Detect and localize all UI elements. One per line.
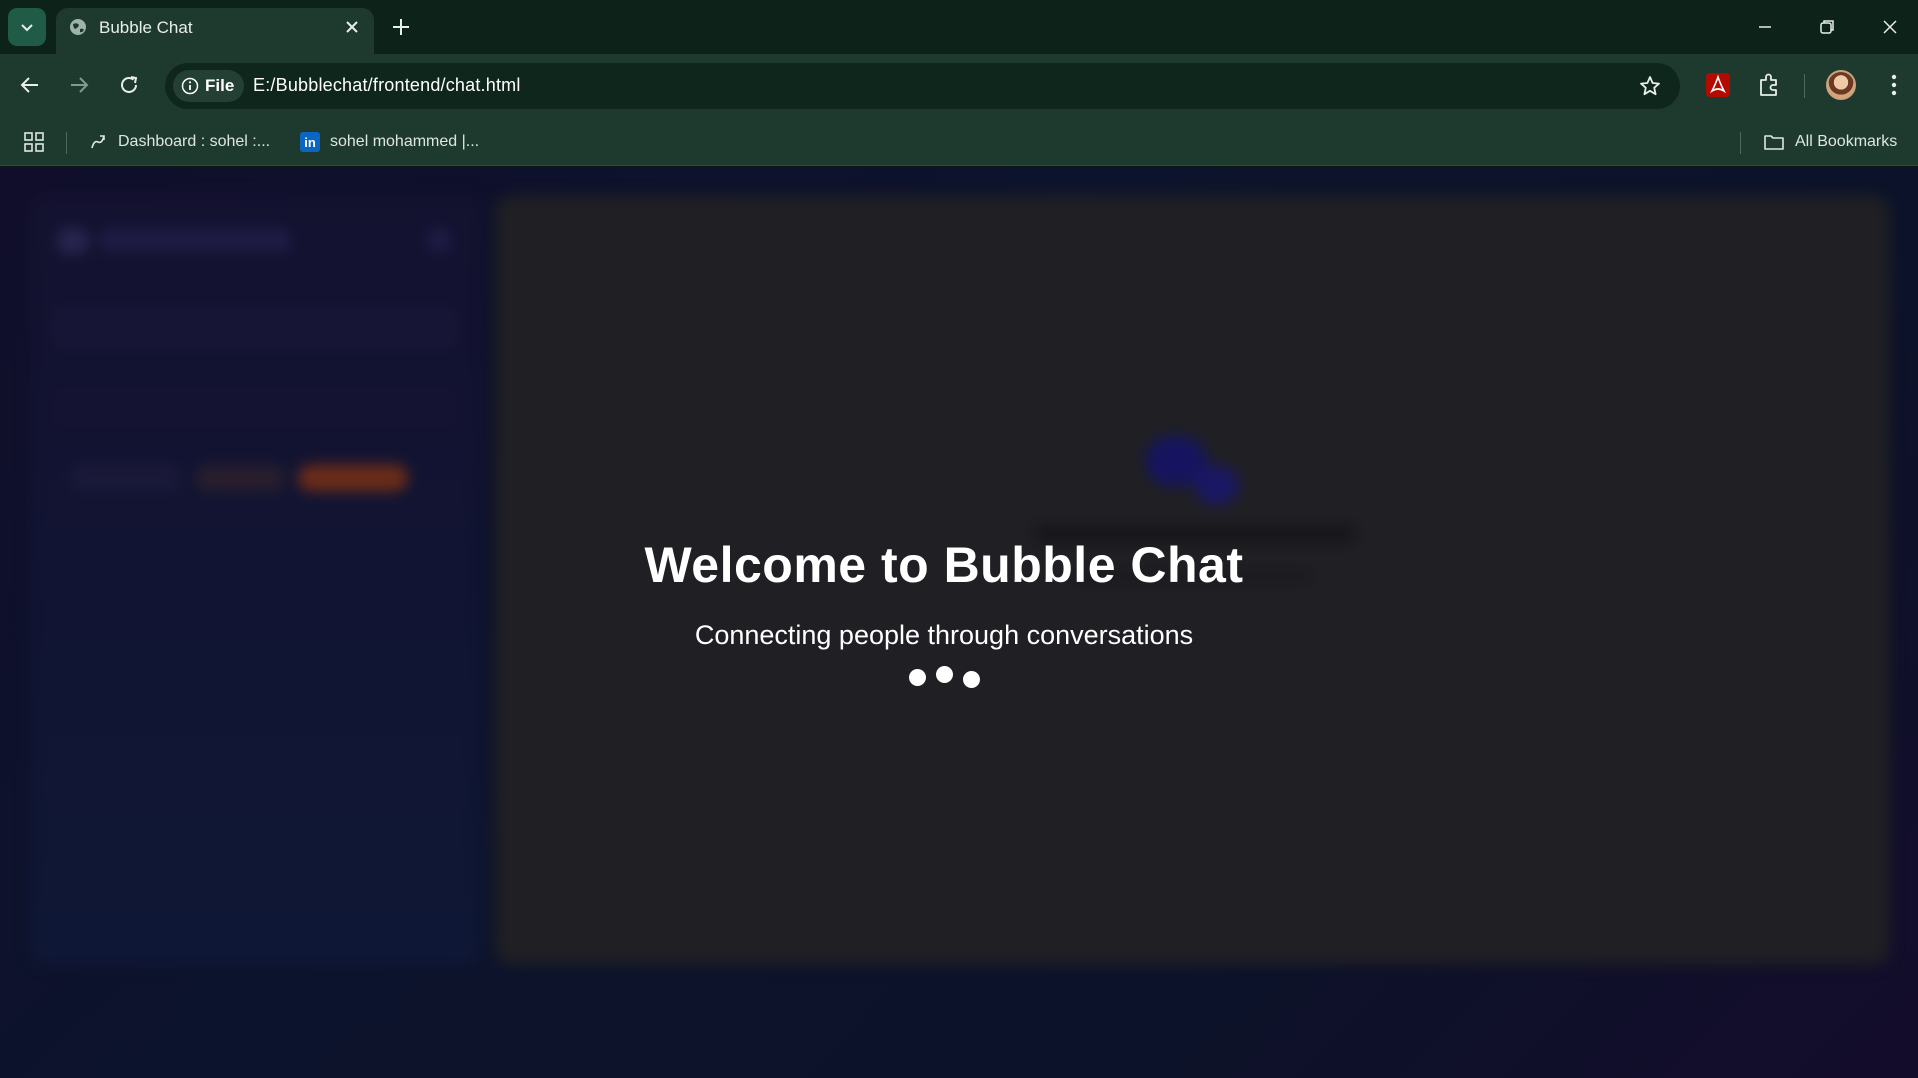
bookmark-dashboard[interactable]: Dashboard : sohel :... (88, 128, 270, 156)
url-text[interactable]: E:/Bubblechat/frontend/chat.html (253, 75, 521, 96)
page-viewport: Welcome to Bubble Chat Connecting people… (0, 167, 1918, 1078)
globe-icon (70, 19, 86, 35)
loading-dot (962, 671, 980, 688)
linkedin-icon: in (300, 132, 320, 152)
close-icon[interactable] (342, 17, 362, 37)
welcome-title: Welcome to Bubble Chat (644, 537, 1244, 593)
tab-strip: Bubble Chat (0, 0, 1918, 54)
folder-icon (1764, 135, 1784, 150)
loading-screen: Welcome to Bubble Chat Connecting people… (0, 167, 1918, 1078)
loading-dot (935, 666, 953, 683)
info-icon (181, 77, 199, 95)
bookmarks-divider (1740, 132, 1741, 154)
address-bar[interactable]: File E:/Bubblechat/frontend/chat.html (165, 63, 1680, 109)
welcome-subtitle: Connecting people through conversations (694, 620, 1194, 650)
pdf-extension-icon[interactable] (1704, 71, 1732, 99)
back-button[interactable] (15, 70, 45, 100)
arrow-right-icon (71, 77, 89, 93)
all-bookmarks-label: All Bookmarks (1795, 133, 1898, 150)
more-menu-icon[interactable] (1882, 71, 1906, 99)
github-style-icon (91, 135, 105, 149)
tab-title: Bubble Chat (99, 18, 193, 37)
minimize-button[interactable] (1750, 12, 1780, 42)
loading-dot (908, 669, 926, 686)
all-bookmarks-button[interactable]: All Bookmarks (1763, 128, 1897, 156)
bookmarks-divider (66, 132, 67, 154)
restore-button[interactable] (1812, 12, 1842, 42)
star-icon[interactable] (1638, 74, 1662, 98)
reload-button[interactable] (114, 70, 144, 100)
browser-toolbar: File E:/Bubblechat/frontend/chat.html (0, 54, 1918, 118)
site-info-label: File (205, 76, 235, 95)
bookmark-label: sohel mohammed |... (330, 133, 480, 150)
reload-icon (121, 76, 138, 93)
puzzle-extensions-icon[interactable] (1755, 71, 1783, 99)
minimize-icon (1759, 26, 1771, 28)
chevron-down-icon (21, 24, 33, 32)
bookmarks-bar: Dashboard : sohel :... in sohel mohammed… (0, 118, 1918, 166)
tab-bubble-chat[interactable]: Bubble Chat (56, 8, 374, 54)
close-window-button[interactable] (1875, 12, 1905, 42)
arrow-left-icon (20, 77, 38, 93)
forward-button[interactable] (64, 70, 94, 100)
bookmark-label: Dashboard : sohel :... (118, 133, 271, 150)
bookmark-linkedin[interactable]: in sohel mohammed |... (300, 128, 479, 156)
site-info-chip[interactable]: File (173, 70, 245, 102)
loading-dots (0, 666, 1903, 688)
profile-avatar[interactable] (1826, 70, 1856, 100)
tab-search-button[interactable] (8, 8, 46, 46)
new-tab-icon[interactable] (388, 14, 414, 40)
apps-grid-icon[interactable] (22, 130, 46, 154)
restore-icon (1820, 20, 1834, 34)
toolbar-divider (1804, 74, 1805, 98)
close-icon (1883, 20, 1897, 34)
